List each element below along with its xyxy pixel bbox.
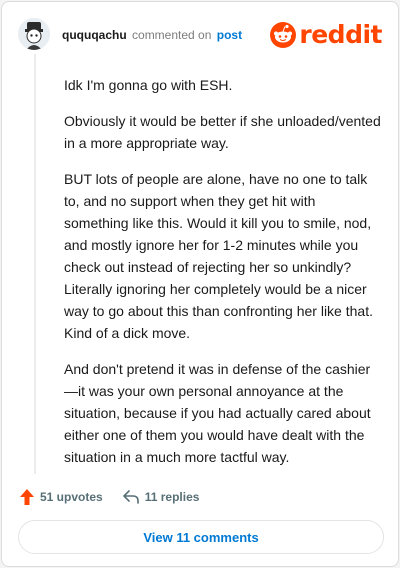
comment-paragraph: Idk I'm gonna go with ESH. bbox=[64, 77, 233, 93]
byline-action-text: commented on bbox=[132, 28, 212, 42]
thread-line[interactable] bbox=[34, 54, 36, 474]
avatar-icon bbox=[18, 18, 50, 50]
view-comments-label: View 11 comments bbox=[143, 529, 259, 545]
upvote-arrow-icon bbox=[20, 489, 34, 505]
avatar[interactable] bbox=[18, 18, 50, 50]
upvote-button[interactable]: 51 upvotes bbox=[20, 489, 103, 505]
reply-arrow-icon bbox=[122, 490, 139, 504]
comment-actions: 51 upvotes 11 replies bbox=[20, 486, 219, 508]
username[interactable]: ququqachu bbox=[62, 28, 127, 42]
replies-button[interactable]: 11 replies bbox=[122, 490, 200, 504]
reddit-logo[interactable]: reddit bbox=[270, 20, 382, 50]
upvotes-count: 51 upvotes bbox=[40, 490, 103, 504]
comment-card: ququqachu commented on post reddit Idk I… bbox=[1, 1, 399, 567]
post-link[interactable]: post bbox=[217, 28, 242, 42]
comment-paragraph: BUT lots of people are alone, have no on… bbox=[64, 171, 373, 341]
comment-paragraph: Obviously it would be better if she unlo… bbox=[64, 113, 381, 151]
comment-body: Idk I'm gonna go with ESH. Obviously it … bbox=[64, 74, 382, 482]
reddit-snoo-icon bbox=[270, 22, 297, 48]
reddit-wordmark: reddit bbox=[299, 20, 382, 49]
replies-count: 11 replies bbox=[144, 490, 200, 504]
byline: ququqachu commented on post bbox=[62, 28, 242, 42]
comment-header: ququqachu commented on post reddit bbox=[18, 18, 382, 52]
view-comments-button[interactable]: View 11 comments bbox=[18, 520, 384, 554]
comment-paragraph: And don't pretend it was in defense of t… bbox=[64, 361, 371, 465]
